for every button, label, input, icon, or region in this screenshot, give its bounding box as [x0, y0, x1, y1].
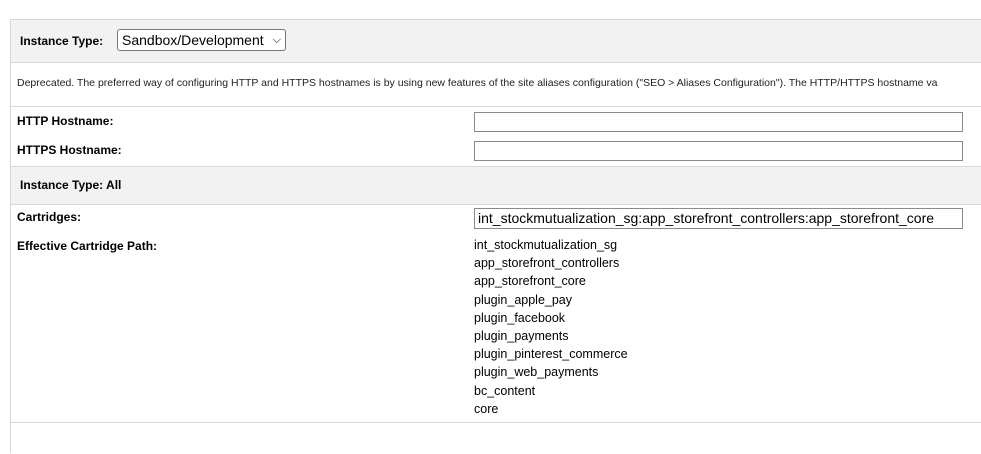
instance-type-header: Instance Type: Sandbox/Development ⌵ — [11, 20, 981, 63]
list-item: plugin_web_payments — [474, 365, 599, 380]
list-item: plugin_payments — [474, 328, 569, 343]
list-item: app_storefront_controllers — [474, 256, 620, 271]
cartridges-label: Cartridges: — [17, 210, 82, 224]
deprecation-description: Deprecated. The preferred way of configu… — [17, 77, 938, 89]
instance-type-all-label: Instance Type: All — [20, 178, 121, 192]
instance-type-all-key: Instance Type: — [20, 178, 104, 192]
https-hostname-label: HTTPS Hostname: — [17, 143, 122, 157]
list-item: core — [474, 401, 499, 416]
settings-panel: Instance Type: Sandbox/Development ⌵ Dep… — [10, 19, 981, 454]
list-item: bc_content — [474, 383, 536, 398]
instance-type-selected-value: Sandbox/Development — [122, 32, 264, 48]
chevron-down-icon: ⌵ — [272, 34, 281, 46]
effective-cartridge-path-label: Effective Cartridge Path: — [17, 239, 158, 253]
list-item: int_stockmutualization_sg — [474, 238, 618, 252]
effective-cartridge-path-list: int_stockmutualization_sg app_storefront… — [474, 236, 628, 418]
divider — [11, 106, 981, 107]
http-hostname-input[interactable] — [474, 112, 963, 132]
cartridges-input[interactable]: int_stockmutualization_sg:app_storefront… — [474, 208, 963, 229]
list-item: plugin_facebook — [474, 310, 566, 325]
instance-type-all-header: Instance Type: All — [11, 166, 981, 205]
instance-type-label: Instance Type: — [20, 34, 104, 48]
list-item: plugin_apple_pay — [474, 292, 573, 307]
list-item: app_storefront_core — [474, 274, 586, 289]
instance-type-all-value: All — [106, 178, 122, 192]
list-item: plugin_pinterest_commerce — [474, 347, 628, 362]
http-hostname-label: HTTP Hostname: — [17, 114, 114, 128]
footer-row — [11, 422, 981, 454]
instance-type-select[interactable]: Sandbox/Development ⌵ — [117, 29, 286, 51]
https-hostname-input[interactable] — [474, 141, 963, 161]
